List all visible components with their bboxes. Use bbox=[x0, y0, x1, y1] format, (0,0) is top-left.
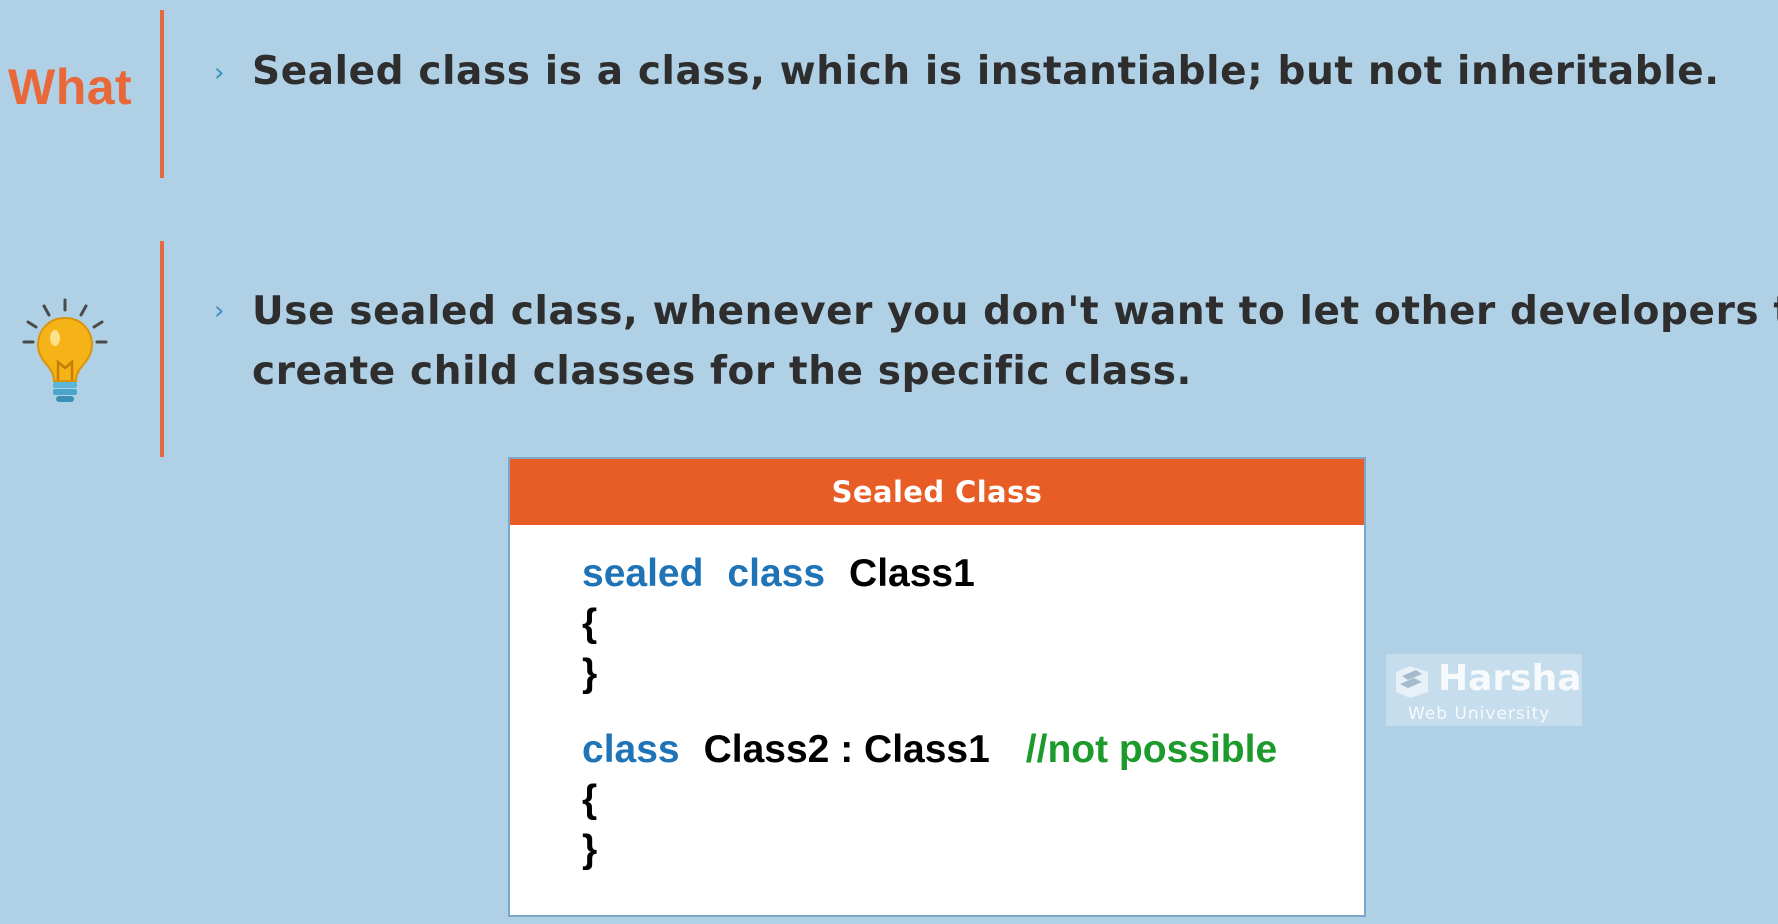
section-label-what: What bbox=[8, 59, 133, 115]
code-box-title: Sealed Class bbox=[510, 459, 1364, 525]
keyword-class: class bbox=[727, 552, 826, 595]
code-close-brace: } bbox=[582, 828, 598, 871]
definition-text: Sealed class is a class, which is instan… bbox=[252, 49, 1720, 94]
section-divider bbox=[160, 10, 164, 178]
code-line-sealed-class: sealed class Class1 bbox=[582, 549, 975, 599]
keyword-class: class bbox=[582, 728, 680, 771]
derived-class-declaration: Class2 : Class1 bbox=[703, 728, 990, 771]
watermark-name: Harsha bbox=[1438, 658, 1582, 699]
usage-tip-line-2: create child classes for the specific cl… bbox=[252, 349, 1192, 394]
class-name: Class1 bbox=[849, 552, 975, 595]
lightbulb-icon bbox=[22, 298, 108, 404]
usage-tip-line-1: Use sealed class, whenever you don't wan… bbox=[252, 289, 1778, 334]
code-open-brace: { bbox=[582, 602, 598, 645]
bullet-icon: › bbox=[214, 296, 225, 326]
code-comment: //not possible bbox=[1025, 728, 1278, 771]
code-open-brace: { bbox=[582, 778, 598, 821]
watermark-subtitle: Web University bbox=[1408, 704, 1551, 724]
code-example-box: Sealed Class sealed class Class1 { } class… bbox=[508, 457, 1366, 917]
harsha-logo-icon bbox=[1392, 662, 1432, 702]
code-close-brace: } bbox=[582, 652, 598, 695]
code-line-derived-class: class Class2 : Class1 //not possible bbox=[582, 725, 1277, 775]
tip-divider bbox=[160, 241, 164, 457]
usage-tip-text: Use sealed class, whenever you don't wan… bbox=[252, 282, 1778, 402]
keyword-sealed: sealed bbox=[582, 552, 704, 595]
bullet-icon: › bbox=[214, 58, 225, 88]
watermark-logo: Harsha Web University bbox=[1386, 654, 1582, 726]
